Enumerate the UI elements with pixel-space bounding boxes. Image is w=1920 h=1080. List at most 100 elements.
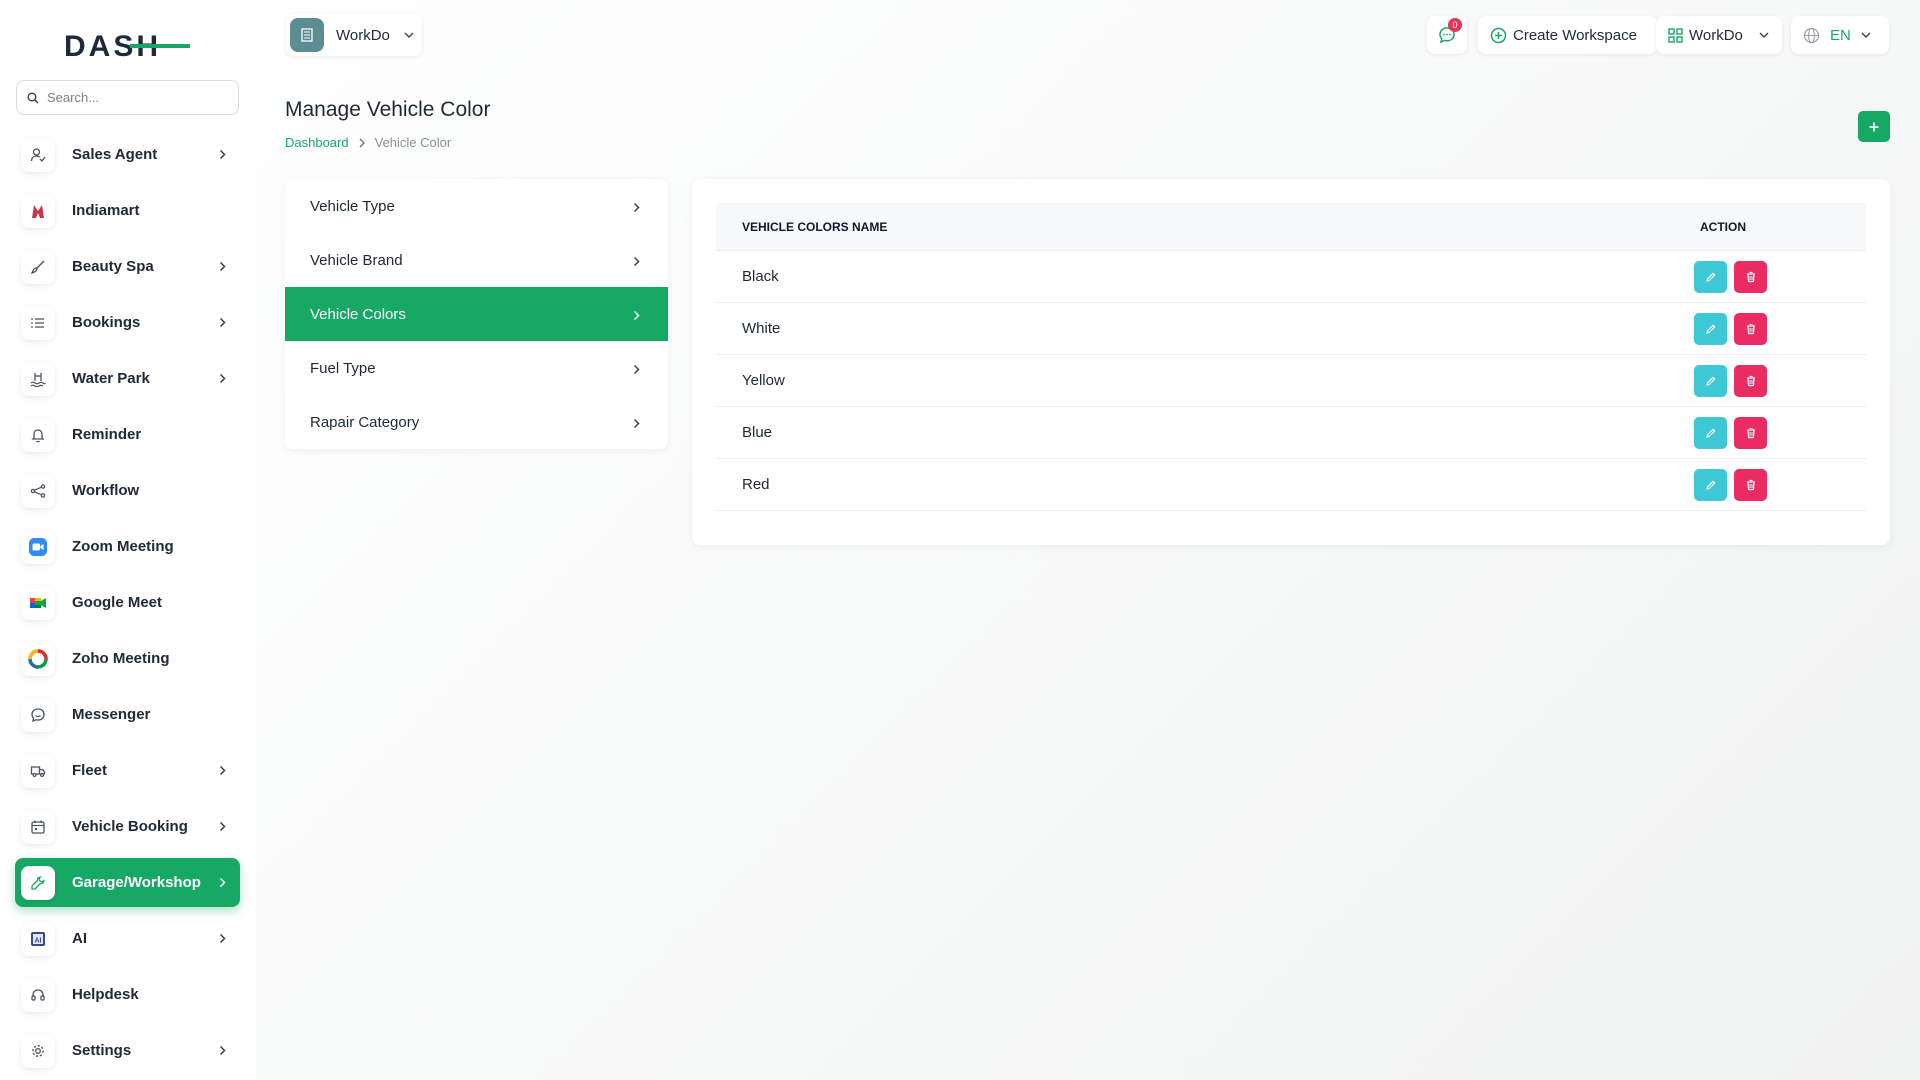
sidebar-item-label: Garage/Workshop [72, 874, 201, 891]
zoho-icon [21, 641, 55, 676]
menu-item-vehicle-colors[interactable]: Vehicle Colors [285, 287, 668, 341]
create-workspace-button[interactable]: Create Workspace [1478, 16, 1657, 54]
breadcrumb: Dashboard Vehicle Color [285, 135, 451, 150]
chevron-right-icon [219, 931, 226, 949]
chevron-right-icon [633, 200, 640, 217]
menu-item-vehicle-type[interactable]: Vehicle Type [285, 179, 668, 233]
sidebar: DASH Sales Agent Indiamart Beauty Spa Booki… [0, 0, 256, 1080]
delete-button[interactable] [1734, 417, 1767, 449]
sidebar-item-label: Water Park [72, 370, 150, 387]
breadcrumb-current: Vehicle Color [374, 135, 452, 150]
edit-button[interactable] [1694, 417, 1727, 449]
sidebar-item-beauty-spa[interactable]: Beauty Spa [15, 242, 240, 291]
edit-button[interactable] [1694, 313, 1727, 345]
sidebar-item-garage-workshop[interactable]: Garage/Workshop [15, 858, 240, 907]
sidebar-item-label: Zoho Meeting [72, 650, 170, 667]
page-title: Manage Vehicle Color [285, 98, 491, 121]
messages-button[interactable]: 0 [1427, 16, 1467, 54]
trash-icon [1745, 323, 1757, 335]
add-vehicle-color-button[interactable] [1858, 111, 1890, 142]
google-meet-icon [21, 585, 55, 620]
menu-item-label: Fuel Type [310, 359, 376, 377]
language-selector[interactable]: EN [1791, 16, 1889, 54]
menu-item-fuel-type[interactable]: Fuel Type [285, 341, 668, 395]
delete-button[interactable] [1734, 261, 1767, 293]
edit-button[interactable] [1694, 261, 1727, 293]
breadcrumb-dashboard-link[interactable]: Dashboard [285, 135, 349, 150]
language-code: EN [1830, 26, 1851, 44]
vehicle-color-name: Blue [742, 424, 773, 441]
chat-icon [21, 697, 55, 732]
pencil-icon [1705, 427, 1717, 439]
sidebar-item-zoho-meeting[interactable]: Zoho Meeting [15, 634, 240, 683]
vehicle-colors-table: VEHICLE COLORS NAME ACTION Black White Yel… [692, 179, 1890, 545]
sidebar-item-helpdesk[interactable]: Helpdesk [15, 970, 240, 1019]
svg-text:AI: AI [35, 937, 42, 944]
delete-button[interactable] [1734, 365, 1767, 397]
sidebar-item-google-meet[interactable]: Google Meet [15, 578, 240, 627]
chevron-right-icon [219, 147, 226, 165]
sidebar-item-workflow[interactable]: Workflow [15, 466, 240, 515]
sidebar-item-indiamart[interactable]: Indiamart [15, 186, 240, 235]
edit-button[interactable] [1694, 469, 1727, 501]
edit-button[interactable] [1694, 365, 1727, 397]
workdo-menu-button[interactable]: WorkDo [1656, 16, 1782, 54]
ai-chip-icon: AI [21, 921, 55, 956]
delete-button[interactable] [1734, 469, 1767, 501]
workspace-name: WorkDo [336, 26, 390, 44]
message-count-badge: 0 [1448, 18, 1462, 32]
create-workspace-label: Create Workspace [1513, 26, 1637, 44]
sidebar-item-vehicle-booking[interactable]: Vehicle Booking [15, 802, 240, 851]
search-input[interactable] [47, 90, 217, 105]
search-box[interactable] [16, 80, 239, 115]
sidebar-item-label: Workflow [72, 482, 140, 499]
sidebar-item-water-park[interactable]: Water Park [15, 354, 240, 403]
chevron-right-icon [219, 819, 226, 837]
menu-item-label: Rapair Category [310, 413, 420, 431]
chevron-right-icon [219, 371, 226, 389]
menu-item-vehicle-brand[interactable]: Vehicle Brand [285, 233, 668, 287]
chevron-right-icon [633, 362, 640, 379]
table-row: Yellow [716, 355, 1866, 407]
sidebar-nav: Sales Agent Indiamart Beauty Spa Bookings Wa… [15, 130, 240, 1080]
menu-item-label: Vehicle Type [310, 197, 395, 215]
sidebar-item-messenger[interactable]: Messenger [15, 690, 240, 739]
sidebar-item-label: Indiamart [72, 202, 140, 219]
chevron-down-icon [1759, 32, 1769, 38]
chevron-right-icon [219, 763, 226, 781]
trash-icon [1745, 479, 1757, 491]
gear-icon [21, 1033, 55, 1068]
zoom-icon [21, 529, 55, 564]
bell-icon [21, 417, 55, 452]
sidebar-item-fleet[interactable]: Fleet [15, 746, 240, 795]
sidebar-item-settings[interactable]: Settings [15, 1026, 240, 1075]
table-row: Black [716, 251, 1866, 303]
vehicle-color-name: Yellow [742, 372, 785, 389]
delete-button[interactable] [1734, 313, 1767, 345]
sidebar-item-label: Sales Agent [72, 146, 158, 163]
sidebar-item-ai[interactable]: AI AI [15, 914, 240, 963]
chevron-down-icon [1861, 32, 1871, 38]
trash-icon [1745, 375, 1757, 387]
sidebar-item-sales-agent[interactable]: Sales Agent [15, 130, 240, 179]
truck-icon [21, 753, 55, 788]
chevron-right-icon [633, 254, 640, 271]
workspace-switcher[interactable]: WorkDo [286, 14, 422, 56]
chevron-right-icon [633, 308, 640, 325]
workdo-label: WorkDo [1689, 26, 1743, 44]
sidebar-item-bookings[interactable]: Bookings [15, 298, 240, 347]
chevron-right-icon [633, 416, 640, 433]
pencil-icon [1705, 479, 1717, 491]
sidebar-item-zoom-meeting[interactable]: Zoom Meeting [15, 522, 240, 571]
calendar-icon [21, 809, 55, 844]
sidebar-item-reminder[interactable]: Reminder [15, 410, 240, 459]
headset-icon [21, 977, 55, 1012]
sidebar-item-label: Helpdesk [72, 986, 139, 1003]
pencil-icon [1705, 323, 1717, 335]
menu-item-label: Vehicle Colors [310, 305, 406, 323]
trash-icon [1745, 427, 1757, 439]
dash-logo[interactable]: DASH [64, 30, 190, 62]
sidebar-item-label: Fleet [72, 762, 108, 779]
menu-item-label: Vehicle Brand [310, 251, 403, 269]
menu-item-rapair-category[interactable]: Rapair Category [285, 395, 668, 449]
